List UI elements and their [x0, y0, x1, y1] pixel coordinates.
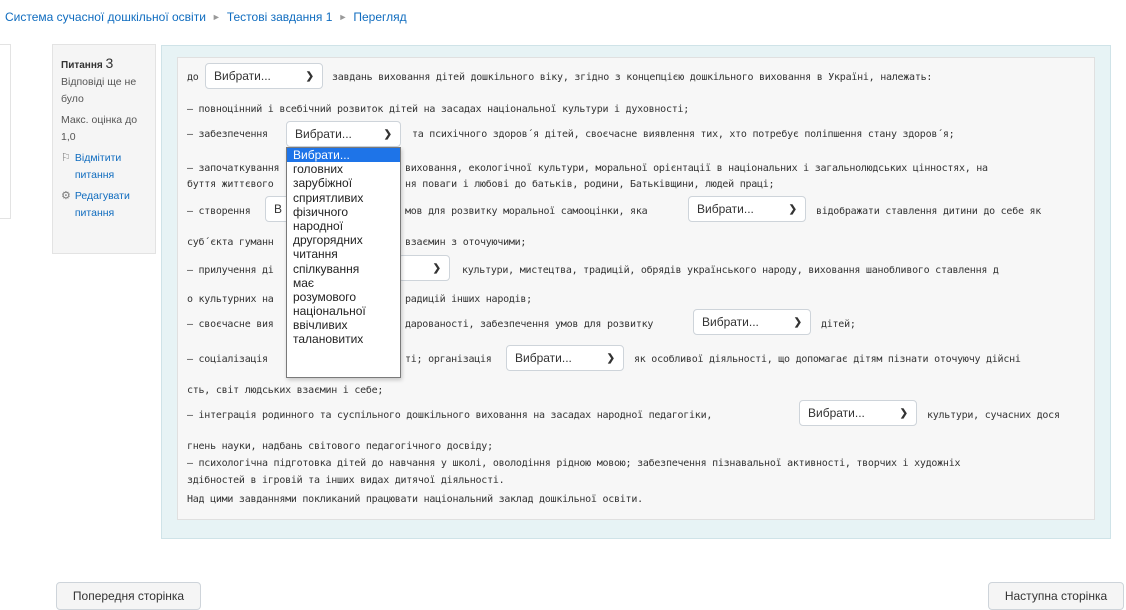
text-segment: відображати ставлення дитини до себе як [816, 206, 1042, 217]
text-segment: мов для розвитку моральної самооцінки, я… [405, 206, 648, 217]
text-segment: – своєчасне вия [187, 319, 274, 330]
text-segment: – соціалізація [187, 354, 268, 365]
answer-select-2[interactable]: Вибрати... ❯ [286, 121, 401, 147]
text-segment: здібностей в ігровій та інших видах дитя… [187, 475, 505, 486]
text-segment: сть, світ людських взаємин і себе; [187, 385, 384, 396]
answer-select-5[interactable]: ❯ [398, 255, 450, 281]
question-label: Питання [61, 60, 103, 71]
chevron-down-icon: ❯ [899, 407, 908, 419]
select-value: Вибрати... [808, 406, 865, 420]
text-segment: як особливої діяльності, що допомагає ді… [634, 354, 1021, 365]
option-item[interactable]: національної [287, 304, 400, 318]
status-line-2: було [61, 93, 84, 105]
text-segment: дітей; [821, 319, 856, 330]
gear-icon: ⚙ [61, 190, 71, 202]
text-segment: – створення [187, 206, 251, 217]
text-segment: – прилучення ді [187, 265, 274, 276]
text-segment: буття життєвого [187, 179, 274, 190]
question-info: Питання 3 Відповіді ще не було Макс. оці… [52, 44, 156, 254]
answer-select-7[interactable]: Вибрати... ❯ [506, 345, 624, 371]
option-item[interactable]: читання [287, 247, 400, 261]
select-value: Вибрати... [295, 127, 352, 141]
answer-select-6[interactable]: Вибрати... ❯ [693, 309, 811, 335]
select-value: Вибрати... [702, 315, 759, 329]
option-item[interactable]: Вибрати... [287, 148, 400, 163]
text-segment: дарованості, забезпечення умов для розви… [405, 319, 654, 330]
breadcrumb-separator-icon: ► [338, 12, 348, 22]
select-value: Вибрати... [214, 69, 271, 83]
text-segment: культури, сучасних дося [927, 410, 1060, 421]
text-segment: – психологічна підготовка дітей до навча… [187, 458, 961, 469]
flag-line-2: питання [74, 169, 115, 181]
chevron-down-icon: ❯ [793, 316, 802, 328]
option-item[interactable]: сприятливих [287, 191, 400, 205]
option-item[interactable]: головних [287, 162, 400, 176]
answer-select-4[interactable]: Вибрати... ❯ [688, 196, 806, 222]
breadcrumb-item-quiz[interactable]: Тестові завдання 1 [227, 10, 333, 24]
text-segment: взаємин з оточуючими; [405, 237, 527, 248]
chevron-down-icon: ❯ [788, 203, 797, 215]
option-item[interactable]: народної [287, 219, 400, 233]
text-segment: о культурних на [187, 294, 274, 305]
next-page-button[interactable]: Наступна сторінка [988, 582, 1124, 610]
text-segment: – повноцінний і всебічний розвиток дітей… [187, 104, 690, 115]
previous-page-button[interactable]: Попередня сторінка [56, 582, 201, 610]
breadcrumb-item-view[interactable]: Перегляд [353, 10, 406, 24]
breadcrumb: Система сучасної дошкільної освіти ► Тес… [5, 10, 407, 24]
question-max-grade: Макс. оцінка до 1,0 [61, 112, 147, 146]
max-grade-line-2: 1,0 [61, 131, 76, 143]
select-options-list[interactable]: Вибрати... головних зарубіжної сприятлив… [286, 147, 401, 378]
chevron-down-icon: ❯ [383, 128, 392, 140]
text-segment: ня поваги і любові до батьків, родини, Б… [405, 179, 775, 190]
chevron-down-icon: ❯ [606, 352, 615, 364]
text-segment: та психічного здоров´я дітей, своєчасне … [412, 129, 955, 140]
question-status: Відповіді ще не було [61, 74, 147, 108]
flag-icon: ⚐ [61, 152, 71, 164]
text-segment: суб´єкта гуманн [187, 237, 274, 248]
text-segment: – інтеграція родинного та суспільного до… [187, 410, 713, 421]
flag-question-link[interactable]: ⚐ Відмітити питання [61, 150, 147, 184]
breadcrumb-separator-icon: ► [211, 12, 221, 22]
question-title: Питання 3 [61, 55, 147, 74]
option-item[interactable]: має [287, 276, 400, 290]
flag-line-1: Відмітити [74, 152, 122, 164]
select-value-partial: В [274, 202, 283, 216]
option-item[interactable]: другорядних [287, 233, 400, 247]
status-line-1: Відповіді ще не [61, 76, 137, 88]
edit-line-1: Редагувати [74, 190, 130, 202]
option-item[interactable]: ввічливих [287, 318, 400, 332]
option-item[interactable]: талановитих [287, 332, 400, 346]
left-panel-edge [0, 44, 11, 219]
text-segment: виховання, екологічної культури, моральн… [405, 163, 988, 174]
chevron-down-icon: ❯ [432, 262, 441, 274]
answer-select-1[interactable]: Вибрати... ❯ [205, 63, 323, 89]
option-item[interactable]: розумового [287, 290, 400, 304]
text-segment: радицій інших народів; [405, 294, 532, 305]
text-segment: до [187, 72, 199, 83]
select-value: Вибрати... [515, 351, 572, 365]
max-grade-line-1: Макс. оцінка до [61, 114, 138, 126]
option-item[interactable]: фізичного [287, 205, 400, 219]
edit-line-2: питання [74, 207, 115, 219]
text-segment: ті; організація [405, 354, 492, 365]
chevron-down-icon: ❯ [305, 70, 314, 82]
option-item[interactable]: спілкування [287, 262, 400, 276]
text-segment: – забезпечення [187, 129, 268, 140]
text-segment: – започаткування [187, 163, 280, 174]
text-segment: культури, мистецтва, традицій, обрядів у… [462, 265, 999, 276]
breadcrumb-item-course[interactable]: Система сучасної дошкільної освіти [5, 10, 206, 24]
select-value: Вибрати... [697, 202, 754, 216]
text-segment: гнень науки, надбань світового педагогіч… [187, 441, 493, 452]
edit-question-link[interactable]: ⚙ Редагувати питання [61, 188, 147, 222]
answer-select-8[interactable]: Вибрати... ❯ [799, 400, 917, 426]
text-segment: завдань виховання дітей дошкільного віку… [332, 72, 933, 83]
question-number: 3 [105, 55, 114, 71]
option-item[interactable]: зарубіжної [287, 176, 400, 190]
text-segment: Над цими завданнями покликаний працювати… [187, 494, 643, 505]
